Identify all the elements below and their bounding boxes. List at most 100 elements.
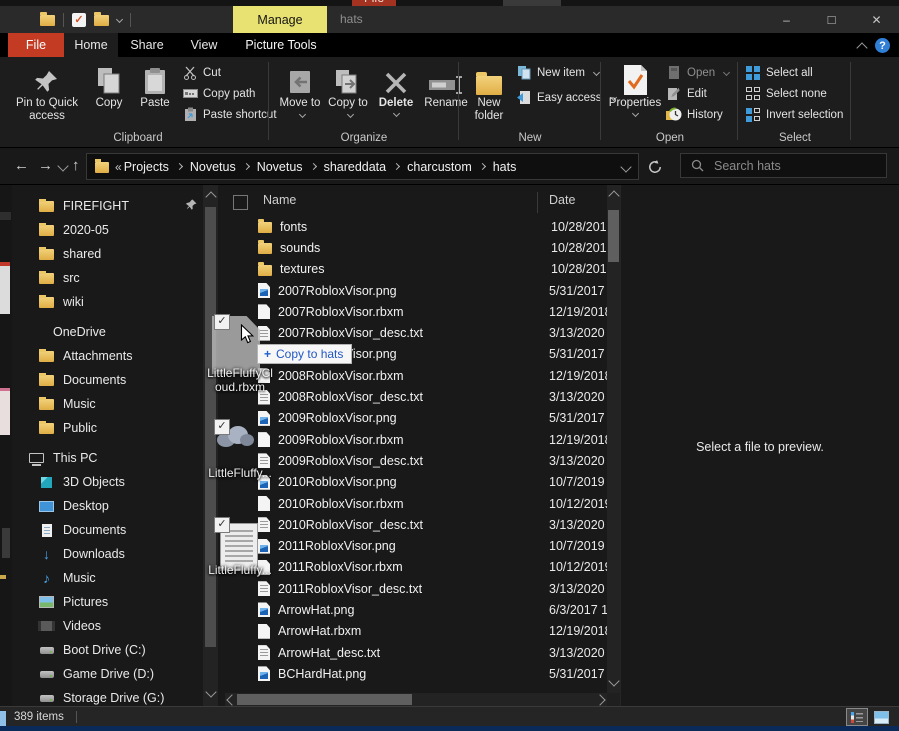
delete-button[interactable]: Delete (372, 60, 420, 118)
minimize-button[interactable]: – (764, 6, 809, 33)
sidebar-item[interactable]: Videos (12, 614, 203, 638)
sidebar-item[interactable]: wiki (12, 290, 203, 314)
refresh-button[interactable] (641, 153, 669, 180)
cut-button[interactable]: Cut (182, 63, 277, 82)
tab-home[interactable]: Home (64, 33, 118, 57)
file-row[interactable]: 2007RobloxVisor.rbxm 12/19/2018 (225, 301, 607, 322)
breadcrumb-segment[interactable]: hats (472, 160, 517, 174)
contextual-tab-manage[interactable]: Manage (233, 6, 327, 33)
paste-shortcut-button[interactable]: Paste shortcut (182, 105, 277, 124)
file-row[interactable]: 2009RobloxVisor.rbxm 12/19/2018 (225, 429, 607, 450)
copy-button[interactable]: Copy (86, 60, 132, 112)
file-row[interactable]: 2010RobloxVisor.rbxm 10/12/2019 (225, 493, 607, 514)
sidebar-item[interactable]: Music (12, 566, 203, 590)
file-row[interactable]: fonts 10/28/2018 (225, 216, 607, 237)
sidebar-item[interactable]: OneDrive (12, 320, 203, 344)
back-button[interactable]: ← (14, 157, 29, 174)
sidebar-item[interactable]: Boot Drive (C:) (12, 638, 203, 662)
history-button[interactable]: History (666, 105, 729, 124)
column-divider[interactable] (537, 192, 538, 213)
sidebar-item[interactable]: src (12, 266, 203, 290)
breadcrumb-label[interactable]: charcustom (407, 160, 472, 174)
qat-checkbox-icon[interactable]: ✓ (72, 13, 86, 27)
properties-button[interactable]: Properties (606, 60, 664, 118)
file-row[interactable]: BCHardHat.png 5/31/2017 7 (225, 663, 607, 684)
select-all-button[interactable]: Select all (745, 63, 843, 82)
breadcrumb-label[interactable]: hats (493, 160, 517, 174)
tab-share[interactable]: Share (118, 33, 176, 57)
sidebar-item[interactable]: FIREFIGHT (12, 194, 203, 218)
file-row[interactable]: sounds 10/28/2018 (225, 237, 607, 258)
list-horizontal-scrollbar[interactable] (225, 693, 607, 706)
new-folder-button[interactable]: New folder (464, 60, 514, 125)
sidebar-item[interactable]: Documents (12, 368, 203, 392)
sidebar-item[interactable]: Storage Drive (G:) (12, 686, 203, 706)
qat-dropdown-icon[interactable] (116, 16, 123, 23)
qat-folder-icon[interactable] (40, 15, 55, 26)
scroll-up-icon[interactable] (205, 191, 216, 202)
file-row[interactable]: textures 10/28/2018 (225, 259, 607, 280)
file-row[interactable]: 2007RobloxVisor.png 5/31/2017 7 (225, 280, 607, 301)
sidebar-item[interactable]: Attachments (12, 344, 203, 368)
open-button[interactable]: Open (666, 63, 729, 82)
copy-path-button[interactable]: Copy path (182, 84, 277, 103)
sidebar-item[interactable]: shared (12, 242, 203, 266)
sidebar-item[interactable]: Documents (12, 518, 203, 542)
sidebar-item[interactable]: Game Drive (D:) (12, 662, 203, 686)
search-box[interactable] (680, 153, 887, 178)
file-row[interactable]: 2010RobloxVisor_desc.txt 3/13/2020 8 (225, 514, 607, 535)
up-button[interactable]: ↑ (72, 157, 80, 174)
maximize-button[interactable]: □ (809, 6, 854, 33)
file-row[interactable]: ArrowHat.rbxm 12/19/2018 (225, 621, 607, 642)
breadcrumb-label[interactable]: shareddata (324, 160, 387, 174)
sidebar-item[interactable]: Public (12, 416, 203, 440)
address-bar[interactable]: « Projects Novetus Novetus shareddata ch… (86, 153, 639, 180)
column-header-date[interactable]: Date (549, 193, 575, 207)
file-row[interactable]: ArrowHat_desc.txt 3/13/2020 8 (225, 642, 607, 663)
tab-file[interactable]: File (8, 33, 64, 57)
select-all-checkbox[interactable] (233, 195, 248, 210)
scrollbar-thumb[interactable] (608, 210, 619, 262)
forward-button[interactable]: → (38, 157, 53, 174)
breadcrumb-label[interactable]: Novetus (190, 160, 236, 174)
scroll-down-icon[interactable] (608, 675, 619, 686)
scrollbar-thumb[interactable] (237, 694, 412, 705)
details-view-button[interactable] (847, 709, 867, 725)
column-header-name[interactable]: Name (263, 193, 296, 207)
close-button[interactable]: ✕ (854, 6, 899, 33)
breadcrumb-segment[interactable]: Novetus (169, 160, 236, 174)
sidebar-item[interactable]: This PC (12, 446, 203, 470)
move-to-button[interactable]: Move to (276, 60, 324, 125)
paste-button[interactable]: Paste (132, 60, 178, 112)
file-row[interactable]: ArrowHat.png 6/3/2017 11 (225, 599, 607, 620)
file-row[interactable]: 2007RobloxVisor_desc.txt 3/13/2020 8 (225, 322, 607, 343)
list-vertical-scrollbar[interactable] (607, 185, 620, 693)
sidebar-item[interactable]: Music (12, 392, 203, 416)
sidebar-item[interactable]: Downloads (12, 542, 203, 566)
breadcrumb-segment[interactable]: Projects (124, 160, 169, 174)
address-dropdown-icon[interactable] (622, 163, 630, 169)
large-icons-view-button[interactable] (871, 709, 891, 725)
help-icon[interactable]: ? (875, 38, 890, 53)
edit-button[interactable]: Edit (666, 84, 729, 103)
scroll-down-icon[interactable] (205, 686, 216, 697)
scroll-up-icon[interactable] (608, 190, 619, 201)
search-input[interactable] (712, 158, 866, 174)
scroll-right-icon[interactable] (594, 694, 605, 705)
tab-picture-tools[interactable]: Picture Tools (232, 33, 330, 57)
recent-locations-icon[interactable] (57, 160, 68, 171)
breadcrumb-segment[interactable]: shareddata (303, 160, 387, 174)
breadcrumb-label[interactable]: Projects (124, 160, 169, 174)
collapsed-crumbs-icon[interactable]: « (115, 160, 122, 174)
breadcrumb-segment[interactable]: charcustom (386, 160, 472, 174)
pin-to-quick-access-button[interactable]: Pin to Quick access (8, 60, 86, 125)
sidebar-item[interactable]: Pictures (12, 590, 203, 614)
tab-view[interactable]: View (176, 33, 232, 57)
sidebar-item[interactable]: 3D Objects (12, 470, 203, 494)
file-row[interactable]: 2011RobloxVisor.png 10/7/2019 3 (225, 535, 607, 556)
scroll-left-icon[interactable] (226, 694, 237, 705)
copy-to-button[interactable]: Copy to (324, 60, 372, 125)
select-none-button[interactable]: Select none (745, 84, 843, 103)
file-row[interactable]: 2011RobloxVisor_desc.txt 3/13/2020 8 (225, 578, 607, 599)
sidebar-item[interactable]: 2020-05 (12, 218, 203, 242)
